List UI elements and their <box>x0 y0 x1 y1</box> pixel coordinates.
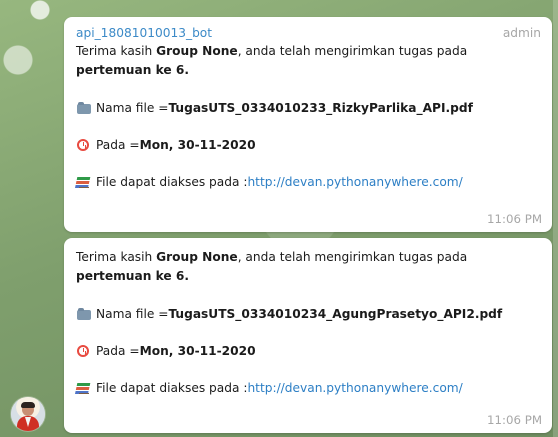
group-name: Group None <box>156 44 238 58</box>
date-row: Pada = Mon, 30-11-2020 <box>76 135 541 154</box>
message-intro-line: Terima kasih Group None, anda telah meng… <box>76 248 541 267</box>
group-name: Group None <box>156 250 238 264</box>
intro-prefix: Terima kasih <box>76 44 157 58</box>
message-time: 11:06 PM <box>486 413 542 427</box>
message-header: api_18081010013_bot admin <box>76 26 541 42</box>
date-label: Pada = <box>96 343 140 358</box>
date-label: Pada = <box>96 137 140 152</box>
file-name: TugasUTS_0334010234_AgungPrasetyo_API2.p… <box>168 306 503 321</box>
message-bubble-1[interactable]: api_18081010013_bot admin Terima kasih G… <box>64 17 552 232</box>
link-label: File dapat diakses pada : <box>96 174 248 189</box>
alarm-clock-icon <box>76 343 92 359</box>
link-row: File dapat diakses pada : http://devan.p… <box>76 378 541 397</box>
alarm-clock-icon <box>76 137 92 153</box>
folder-icon <box>76 306 92 322</box>
admin-badge: admin <box>502 26 541 40</box>
file-label: Nama file = <box>96 100 169 115</box>
books-icon <box>76 174 92 190</box>
books-icon <box>76 380 92 396</box>
intro-suffix: , anda telah mengirimkan tugas pada <box>237 44 468 58</box>
link-row: File dapat diakses pada : http://devan.p… <box>76 172 541 191</box>
avatar-hair <box>21 402 35 408</box>
date-row: Pada = Mon, 30-11-2020 <box>76 341 541 360</box>
chat-window: api_18081010013_bot admin Terima kasih G… <box>0 0 558 437</box>
link-label: File dapat diakses pada : <box>96 380 248 395</box>
file-label: Nama file = <box>96 306 169 321</box>
date-value: Mon, 30-11-2020 <box>139 343 256 358</box>
meeting-text: pertemuan ke 6. <box>76 63 190 77</box>
intro-suffix: , anda telah mengirimkan tugas pada <box>237 250 468 264</box>
message-time: 11:06 PM <box>486 212 542 226</box>
date-value: Mon, 30-11-2020 <box>139 137 256 152</box>
intro-prefix: Terima kasih <box>76 250 157 264</box>
scrollbar-track[interactable] <box>553 0 558 437</box>
message-intro-line: Terima kasih Group None, anda telah meng… <box>76 42 541 61</box>
meeting-text: pertemuan ke 6. <box>76 269 190 283</box>
file-row: Nama file = TugasUTS_0334010234_AgungPra… <box>76 304 541 323</box>
sender-name[interactable]: api_18081010013_bot <box>76 26 212 40</box>
download-link[interactable]: http://devan.pythonanywhere.com/ <box>247 175 462 189</box>
user-avatar[interactable] <box>11 397 45 431</box>
file-row: Nama file = TugasUTS_0334010233_RizkyPar… <box>76 98 541 117</box>
folder-icon <box>76 100 92 116</box>
message-bubble-2[interactable]: Terima kasih Group None, anda telah meng… <box>64 238 552 433</box>
download-link[interactable]: http://devan.pythonanywhere.com/ <box>247 381 462 395</box>
file-name: TugasUTS_0334010233_RizkyParlika_API.pdf <box>168 100 473 115</box>
